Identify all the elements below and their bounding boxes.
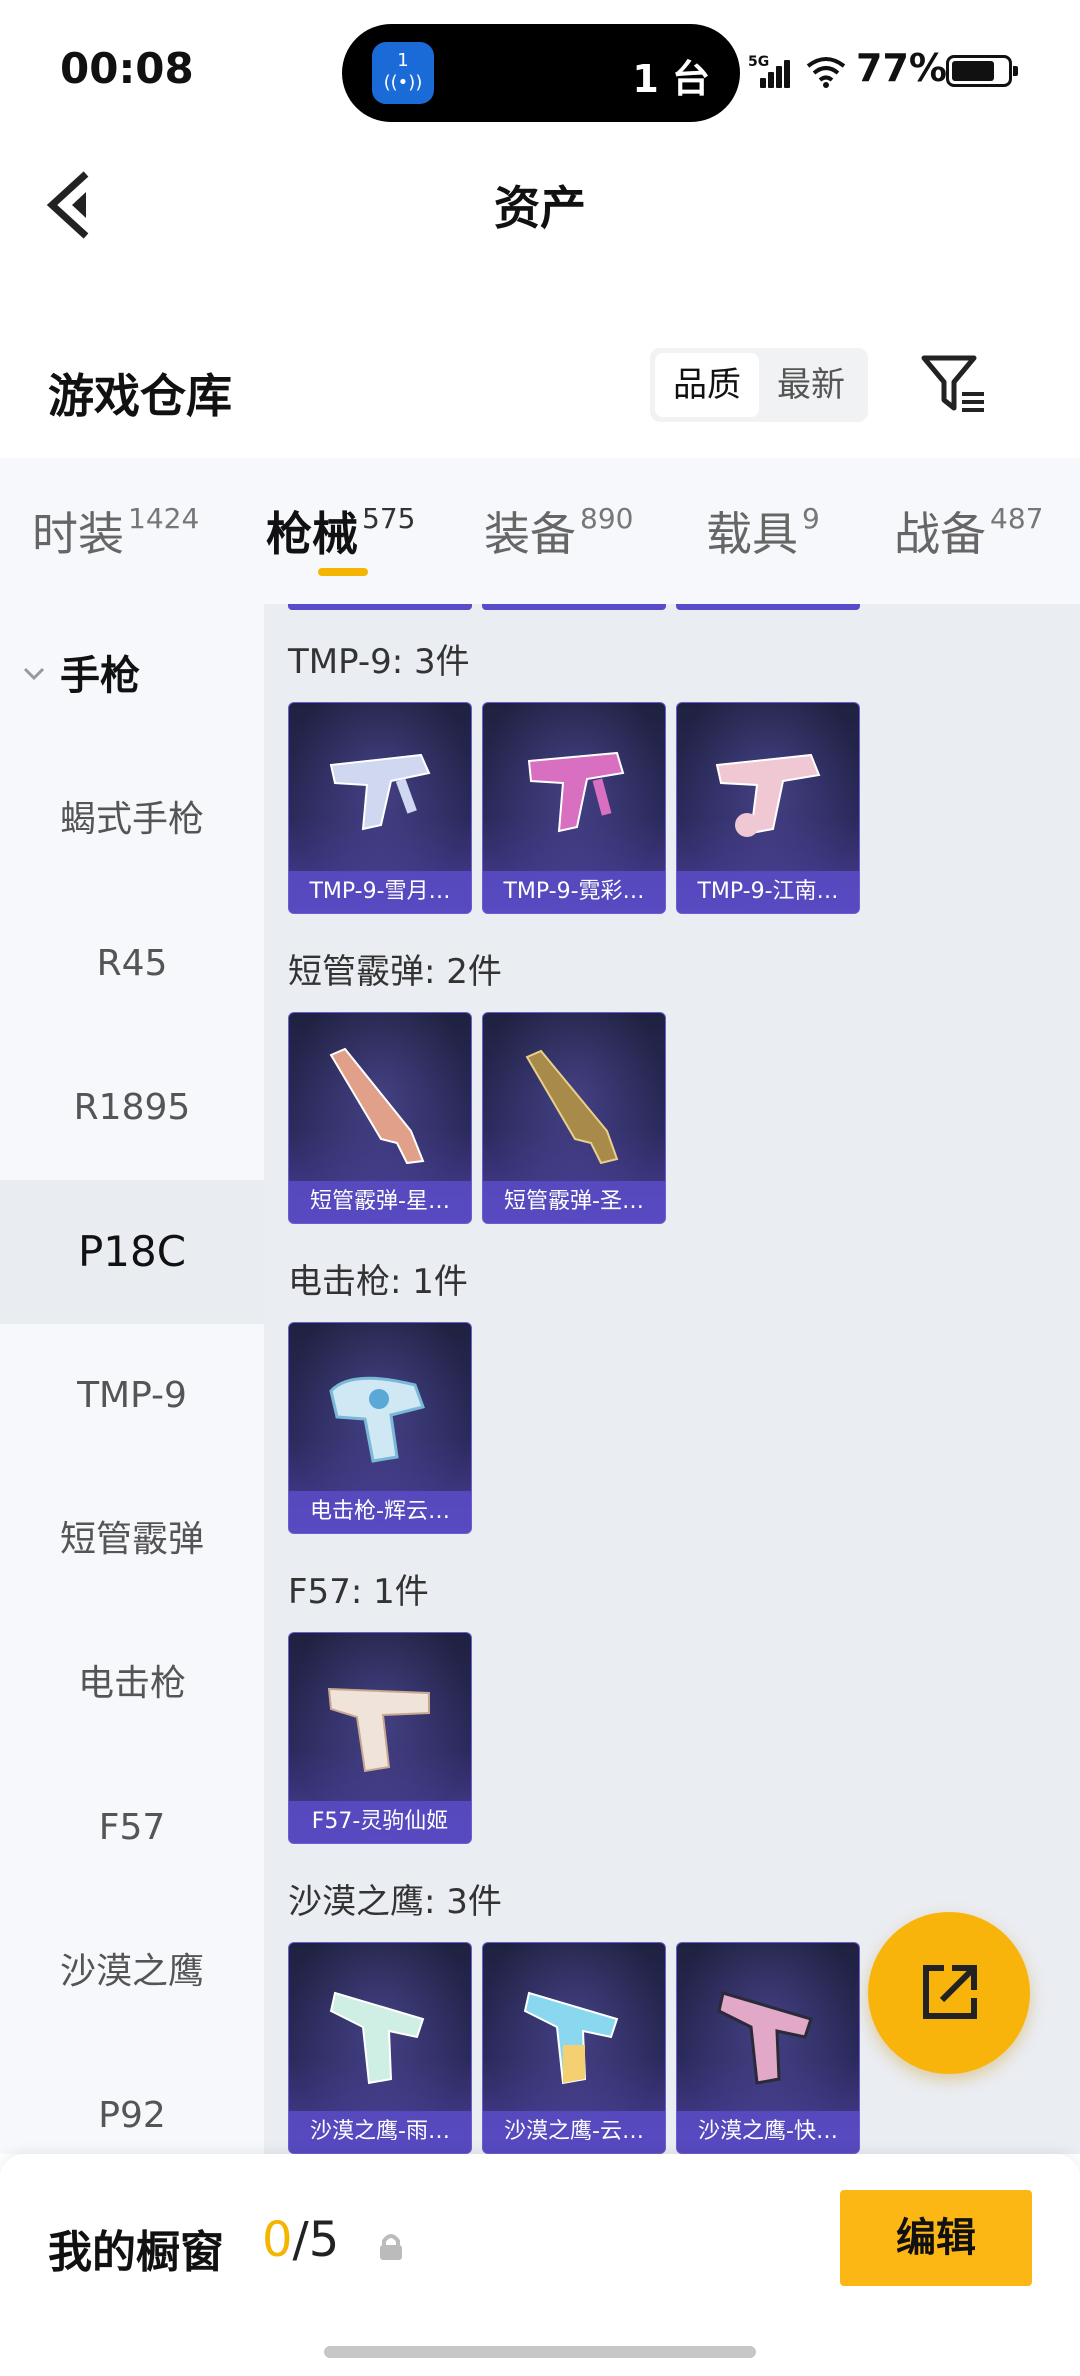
pistol-icon — [717, 1991, 813, 2085]
share-external-icon — [923, 1965, 977, 2019]
sidebar-item-scorpion[interactable]: 蝎式手枪 — [0, 748, 264, 892]
skin-name: TMP-9-霓彩… — [483, 871, 665, 913]
previous-card-edge — [288, 604, 472, 610]
island-text: 1 台 — [632, 57, 710, 101]
tab-count: 890 — [580, 502, 634, 535]
wifi-icon — [806, 57, 846, 88]
tab-count: 9 — [802, 502, 820, 535]
chevron-down-icon — [23, 667, 45, 681]
sidebar-item-p18c[interactable]: P18C — [0, 1180, 264, 1324]
tab-label: 时装 — [32, 507, 124, 561]
sort-toggle: 品质 最新 — [650, 348, 868, 422]
sort-newest-button[interactable]: 最新 — [759, 353, 863, 417]
tab-vehicles[interactable]: 载具 9 — [706, 498, 820, 564]
showcase-separator: / — [292, 2212, 309, 2268]
skin-name: 沙漠之鹰-雨… — [289, 2111, 471, 2153]
warehouse-title: 游戏仓库 — [48, 369, 232, 423]
sidebar-item-f57[interactable]: F57 — [0, 1756, 264, 1900]
skin-name: 沙漠之鹰-快… — [677, 2111, 859, 2153]
group-label-tmp9: TMP-9: 3件 — [288, 642, 470, 682]
skin-card[interactable]: 沙漠之鹰-快… — [676, 1942, 860, 2154]
skin-card[interactable]: 电击枪-辉云… — [288, 1322, 472, 1534]
showcase-title: 我的橱窗 — [48, 2227, 224, 2278]
sidebar-item-tmp9[interactable]: TMP-9 — [0, 1324, 264, 1468]
skin-card[interactable]: TMP-9-雪月… — [288, 702, 472, 914]
skin-name: 短管霰弹-星… — [289, 1181, 471, 1223]
tab-firearms[interactable]: 枪械 575 — [266, 498, 415, 564]
shotgun-icon — [329, 1047, 425, 1165]
tab-count: 575 — [362, 502, 416, 535]
pistol-icon — [523, 1991, 619, 2085]
active-tab-indicator — [318, 568, 368, 576]
skin-card[interactable]: 沙漠之鹰-雨… — [288, 1942, 472, 2154]
group-label-sawed-off: 短管霰弹: 2件 — [288, 952, 502, 992]
tab-fashion[interactable]: 时装 1424 — [32, 498, 199, 564]
skin-card[interactable]: TMP-9-江南… — [676, 702, 860, 914]
showcase-count: 0/5 — [262, 2212, 339, 2268]
sidebar-item-sawed-off[interactable]: 短管霰弹 — [0, 1468, 264, 1612]
skin-card[interactable]: TMP-9-霓彩… — [482, 702, 666, 914]
sidebar-group-label: 手枪 — [60, 653, 140, 699]
page-title: 资产 — [494, 181, 586, 235]
tab-combat-supplies[interactable]: 战备 487 — [894, 498, 1043, 564]
showcase-current: 0 — [262, 2212, 293, 2268]
status-bar: 00:08 1 ((•)) 1 台 5G 77% — [0, 0, 1080, 140]
skin-name: 电击枪-辉云… — [289, 1491, 471, 1533]
skin-card[interactable]: 短管霰弹-星… — [288, 1012, 472, 1224]
group-label-stun-gun: 电击枪: 1件 — [288, 1262, 468, 1302]
broadcast-icon: ((•)) — [383, 72, 423, 93]
tab-equipment[interactable]: 装备 890 — [484, 498, 633, 564]
pistol-icon — [329, 1991, 425, 2085]
edit-button[interactable]: 编辑 — [840, 2190, 1032, 2286]
previous-card-edge — [676, 604, 860, 610]
tab-label: 载具 — [706, 507, 798, 561]
group-label-f57: F57: 1件 — [288, 1572, 429, 1612]
group-label-desert-eagle: 沙漠之鹰: 3件 — [288, 1882, 502, 1922]
tab-count: 487 — [990, 502, 1044, 535]
skin-name: TMP-9-江南… — [677, 871, 859, 913]
sidebar-item-r1895[interactable]: R1895 — [0, 1036, 264, 1180]
skin-name: TMP-9-雪月… — [289, 871, 471, 913]
tab-label: 枪械 — [266, 507, 358, 561]
island-app-badge: 1 — [397, 50, 409, 71]
pistol-icon — [327, 1687, 430, 1773]
home-indicator — [324, 2346, 756, 2358]
sidebar-item-stun-gun[interactable]: 电击枪 — [0, 1612, 264, 1756]
tab-label: 装备 — [484, 507, 576, 561]
filter-icon[interactable] — [920, 354, 988, 416]
smg-icon — [715, 753, 821, 837]
skin-card[interactable]: F57-灵驹仙姬 — [288, 1632, 472, 1844]
skin-card[interactable]: 沙漠之鹰-云… — [482, 1942, 666, 2154]
showcase-max: 5 — [308, 2212, 340, 2268]
weapon-type-sidebar: 手枪 蝎式手枪 R45 R1895 P18C TMP-9 短管霰弹 电击枪 F5… — [0, 604, 264, 2154]
skin-name: 沙漠之鹰-云… — [483, 2111, 665, 2153]
tab-count: 1424 — [128, 502, 200, 535]
sidebar-item-desert-eagle[interactable]: 沙漠之鹰 — [0, 1900, 264, 2044]
shotgun-icon — [525, 1049, 619, 1165]
tab-label: 战备 — [894, 507, 986, 561]
skin-name: F57-灵驹仙姬 — [289, 1801, 471, 1843]
hotspot-app-icon: 1 ((•)) — [372, 42, 434, 104]
skin-name: 短管霰弹-圣… — [483, 1181, 665, 1223]
previous-card-edge — [482, 604, 666, 610]
stun-gun-icon — [329, 1376, 425, 1463]
sidebar-group-pistols[interactable]: 手枪 — [0, 604, 264, 748]
dynamic-island[interactable]: 1 ((•)) 1 台 — [342, 24, 740, 122]
clock: 00:08 — [60, 44, 194, 93]
sort-quality-button[interactable]: 品质 — [655, 353, 759, 417]
battery-percent: 77% — [856, 46, 947, 90]
showcase-bar: 我的橱窗 0/5 编辑 — [0, 2154, 1080, 2376]
skin-card[interactable]: 短管霰弹-圣… — [482, 1012, 666, 1224]
smg-icon — [527, 751, 625, 833]
smg-icon — [329, 753, 431, 831]
battery-icon — [946, 55, 1018, 87]
category-tabs: 时装 1424 枪械 575 装备 890 载具 9 战备 487 — [0, 458, 1080, 604]
sidebar-item-r45[interactable]: R45 — [0, 892, 264, 1036]
lock-icon — [380, 2234, 402, 2260]
signal-icon — [760, 58, 792, 88]
share-button[interactable] — [868, 1912, 1030, 2074]
